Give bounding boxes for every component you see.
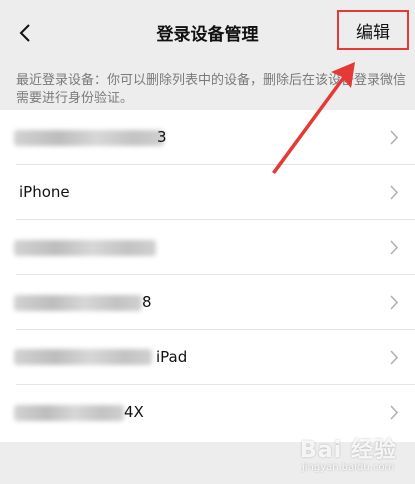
blurred-device-name [14,240,156,256]
device-name: 8 [142,293,152,311]
chevron-right-icon [390,350,399,365]
device-name: iPhone [19,183,70,201]
chevron-right-icon [390,240,399,255]
chevron-right-icon [390,185,399,200]
device-row[interactable] [0,220,415,275]
blurred-device-name [14,130,164,146]
chevron-right-icon [390,295,399,310]
nav-bar: 登录设备管理 编辑 [0,0,415,64]
blurred-device-name [14,405,124,421]
device-row[interactable]: 8 [0,275,415,330]
blurred-device-name [14,295,142,311]
device-row[interactable]: 4X [0,385,415,440]
device-row[interactable]: iPad [0,330,415,385]
chevron-right-icon [390,130,399,145]
notice-text: 最近登录设备：你可以删除列表中的设备，删除后在该设备登录微信需要进行身份验证。 [16,73,407,106]
watermark-url: jingyan.baidu.com [302,462,395,473]
edit-button[interactable]: 编辑 [337,10,409,50]
device-row[interactable]: 3 [0,110,415,165]
device-name: iPad [156,348,188,366]
device-row[interactable]: iPhone [0,165,415,220]
blurred-device-name [14,349,152,365]
device-list: 3 iPhone 8 iPad 4X [0,110,415,442]
chevron-right-icon [390,405,399,420]
device-name: 3 [157,128,167,146]
device-name: 4X [124,403,144,421]
